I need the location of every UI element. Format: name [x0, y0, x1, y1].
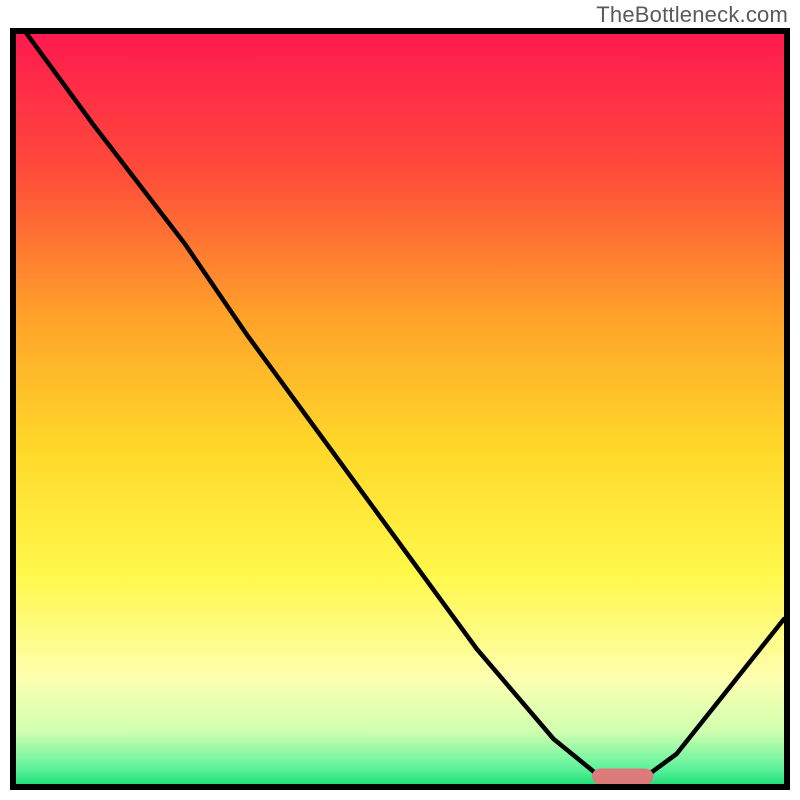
minimum-marker — [592, 769, 653, 785]
chart-svg — [10, 28, 790, 790]
watermark-text: TheBottleneck.com — [596, 2, 788, 28]
chart-background — [16, 34, 784, 784]
bottleneck-chart — [10, 28, 790, 790]
